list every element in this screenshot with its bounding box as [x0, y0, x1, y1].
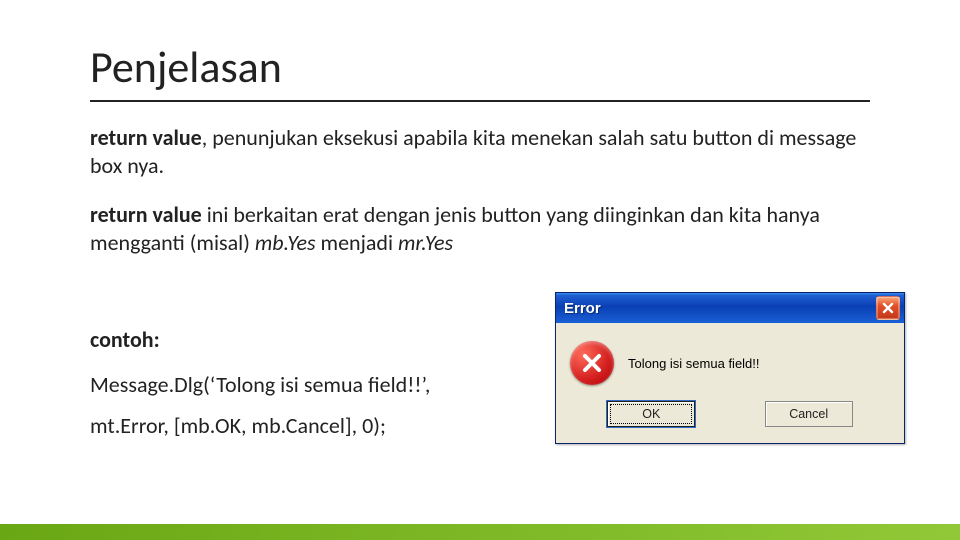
- slide: Penjelasan return value, penunjukan ekse…: [0, 0, 960, 540]
- p2-italic-2: mr.Yes: [398, 229, 453, 256]
- cancel-button[interactable]: Cancel: [765, 401, 853, 427]
- dialog-button-row: OK Cancel: [556, 401, 904, 443]
- footer-accent-bar: [0, 524, 960, 540]
- page-title: Penjelasan: [90, 40, 870, 102]
- p2-mid2: menjadi: [316, 229, 398, 256]
- error-dialog: Error Tolong isi semua field!! OK Cancel: [555, 292, 905, 444]
- dialog-message: Tolong isi semua field!!: [628, 356, 760, 371]
- p2-bold: return value: [90, 201, 202, 228]
- p1-rest: , penunjukan eksekusi apabila kita menek…: [90, 124, 856, 179]
- close-button[interactable]: [876, 296, 900, 320]
- p1-bold: return value: [90, 124, 202, 151]
- dialog-title: Error: [564, 300, 601, 317]
- error-icon: [570, 341, 614, 385]
- ok-button[interactable]: OK: [607, 401, 695, 427]
- paragraph-1: return value, penunjukan eksekusi apabil…: [90, 124, 870, 179]
- paragraph-2: return value ini berkaitan erat dengan j…: [90, 201, 870, 256]
- dialog-titlebar[interactable]: Error: [556, 293, 904, 323]
- close-icon: [882, 302, 894, 314]
- p2-italic-1: mb.Yes: [255, 229, 316, 256]
- dialog-body: Tolong isi semua field!!: [556, 323, 904, 401]
